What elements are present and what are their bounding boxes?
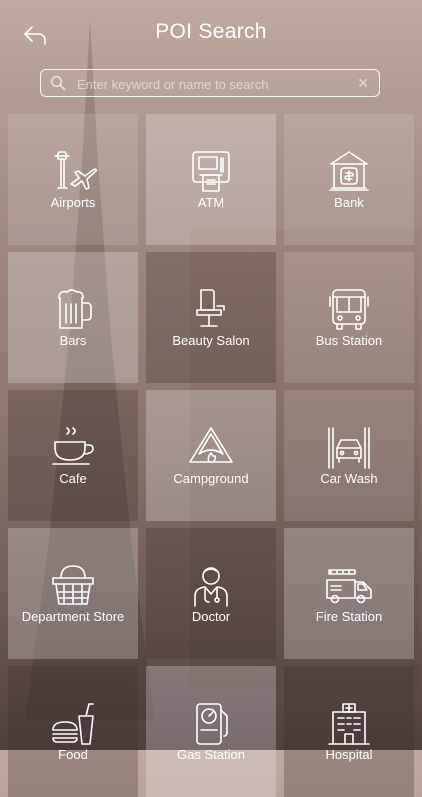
coffee-cup-icon [52, 427, 94, 465]
category-tile-car-wash[interactable]: Car Wash [284, 390, 414, 521]
category-label: Hospital [325, 747, 373, 762]
category-label: Gas Station [177, 747, 245, 762]
category-tile-hospital[interactable]: Hospital [284, 666, 414, 797]
category-label: Bus Station [315, 333, 383, 348]
category-label: Airports [50, 195, 96, 210]
category-tile-bus-station[interactable]: Bus Station [284, 252, 414, 383]
bus-icon [329, 289, 369, 330]
category-tile-airports[interactable]: Airports [8, 114, 138, 245]
hospital-icon [328, 703, 370, 745]
category-tile-food[interactable]: Food [8, 666, 138, 797]
search-icon [50, 75, 66, 91]
category-tile-gas-station[interactable]: Gas Station [146, 666, 276, 797]
beer-mug-icon [58, 289, 92, 329]
category-label: Car Wash [320, 471, 378, 486]
doctor-icon [194, 567, 228, 607]
category-tile-cafe[interactable]: Cafe [8, 390, 138, 521]
category-label: Doctor [191, 609, 231, 624]
category-tile-doctor[interactable]: Doctor [146, 528, 276, 659]
fire-truck-icon [326, 569, 372, 604]
gas-pump-icon [196, 703, 228, 745]
category-label: Fire Station [315, 609, 383, 624]
airport-icon [54, 151, 97, 190]
category-grid: Airports ATM Bank Bars Beauty Salon Bus … [8, 114, 414, 797]
category-label: Food [58, 747, 88, 762]
category-tile-bank[interactable]: Bank [284, 114, 414, 245]
car-wash-icon [328, 427, 370, 469]
burger-drink-icon [52, 703, 94, 745]
category-label: Bank [334, 195, 364, 210]
shopping-basket-icon [52, 565, 94, 605]
category-label: Department Store [21, 609, 125, 624]
category-label: Beauty Salon [172, 333, 250, 348]
category-tile-fire-station[interactable]: Fire Station [284, 528, 414, 659]
atm-icon [192, 151, 230, 192]
category-tile-beauty-salon[interactable]: Beauty Salon [146, 252, 276, 383]
category-tile-campground[interactable]: Campground [146, 390, 276, 521]
category-label: Cafe [59, 471, 87, 486]
category-tile-atm[interactable]: ATM [146, 114, 276, 245]
category-tile-bars[interactable]: Bars [8, 252, 138, 383]
category-label: Bars [59, 333, 87, 348]
tent-icon [189, 427, 233, 463]
category-label: Campground [173, 471, 249, 486]
search-bar: ✕ [40, 69, 380, 97]
clear-search-icon[interactable]: ✕ [357, 74, 369, 92]
salon-chair-icon [196, 289, 225, 327]
header: POI Search [0, 0, 422, 68]
category-tile-department-store[interactable]: Department Store [8, 528, 138, 659]
search-input[interactable] [75, 72, 349, 96]
category-label: ATM [197, 195, 225, 210]
page-title: POI Search [155, 20, 267, 43]
bank-icon [329, 151, 369, 191]
